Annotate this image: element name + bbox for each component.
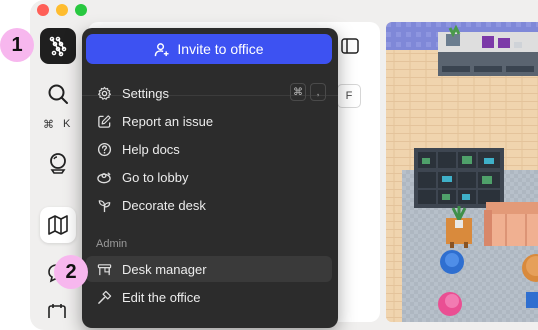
hammer-icon	[96, 289, 112, 305]
map-icon	[48, 215, 68, 235]
menu-item-label: Report an issue	[122, 113, 214, 129]
menu-item-label: Desk manager	[122, 261, 207, 277]
menu-item-label: Decorate desk	[122, 197, 206, 213]
menu-item-settings[interactable]: Settings ⌘ ,	[86, 80, 332, 106]
menu-item-go-to-lobby[interactable]: Go to lobby	[86, 164, 332, 190]
sprout-icon	[96, 197, 112, 213]
menu-item-decorate-desk[interactable]: Decorate desk	[86, 192, 332, 218]
menu-item-label: Go to lobby	[122, 169, 189, 185]
office-map-scene	[386, 22, 538, 322]
map-button[interactable]	[40, 207, 76, 243]
office-map-canvas[interactable]	[386, 22, 538, 322]
menu-item-desk-manager[interactable]: Desk manager	[86, 256, 332, 282]
step-badge-2: 2	[54, 255, 88, 289]
close-window-button[interactable]	[37, 4, 49, 16]
menu-item-edit-office[interactable]: Edit the office	[86, 284, 332, 310]
menu-item-report-issue[interactable]: Report an issue	[86, 108, 332, 134]
settings-shortcut-key: ,	[310, 83, 326, 101]
admin-section-label: Admin	[96, 238, 128, 250]
menu-item-label: Settings	[122, 85, 169, 101]
search-icon	[48, 84, 68, 104]
invite-to-office-button[interactable]: Invite to office	[86, 34, 332, 64]
search-shortcut-key: K	[63, 118, 71, 130]
toggle-sidebar-button[interactable]	[338, 34, 362, 58]
minimize-window-button[interactable]	[56, 4, 68, 16]
invite-button-label: Invite to office	[177, 41, 264, 57]
help-circle-icon	[96, 141, 112, 157]
desk-icon	[96, 261, 112, 277]
lobby-icon	[96, 169, 112, 185]
edit-square-icon	[96, 113, 112, 129]
calendar-button[interactable]	[46, 304, 68, 318]
calendar-icon	[48, 304, 66, 318]
menu-item-label: Edit the office	[122, 289, 201, 305]
sidebar-icon	[341, 38, 359, 54]
crystal-ball-icon	[50, 153, 66, 174]
search-shortcut-mod: ⌘	[43, 119, 54, 131]
add-user-icon	[155, 42, 169, 56]
office-menu: Invite to office Settings ⌘ , Report an …	[82, 28, 338, 328]
menu-item-help-docs[interactable]: Help docs	[86, 136, 332, 162]
menu-item-label: Help docs	[122, 141, 180, 157]
step-badge-1: 1	[0, 28, 34, 62]
gear-icon	[96, 85, 112, 101]
app-logo-button[interactable]	[40, 28, 76, 64]
panel-shortcut-key: F	[337, 84, 361, 108]
settings-shortcut-mod: ⌘	[290, 83, 306, 101]
zoom-window-button[interactable]	[75, 4, 87, 16]
crystal-ball-button[interactable]	[46, 150, 70, 176]
app-logo-icon	[49, 36, 67, 57]
search-button[interactable]	[44, 80, 72, 108]
